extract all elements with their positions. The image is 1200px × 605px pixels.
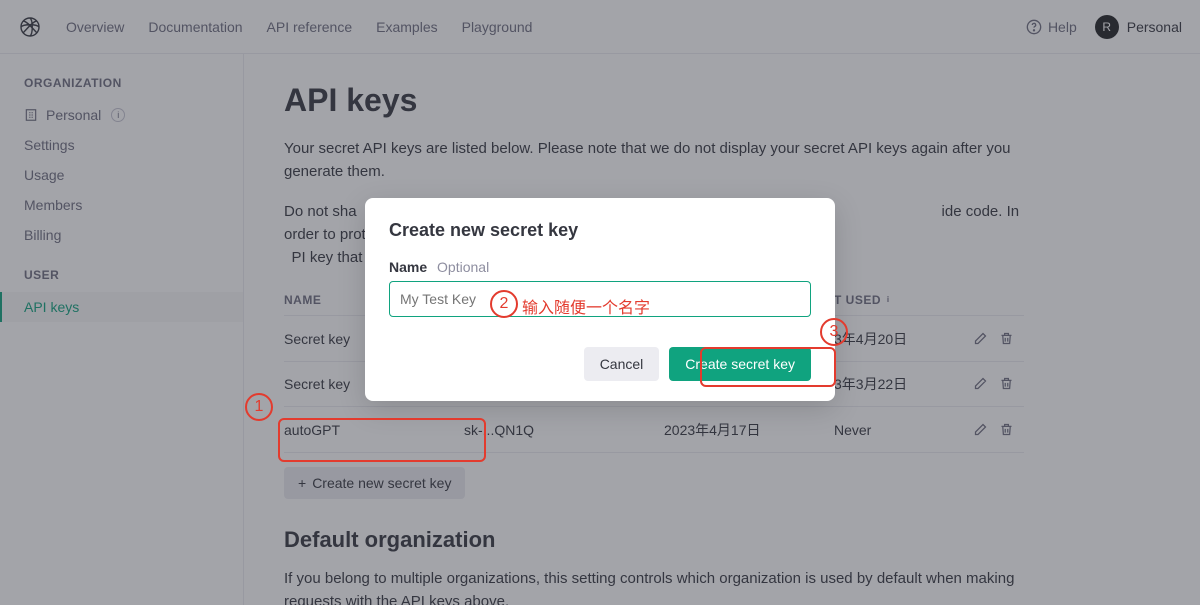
modal-title: Create new secret key xyxy=(389,220,811,241)
optional-label: Optional xyxy=(437,259,489,275)
cancel-button[interactable]: Cancel xyxy=(584,347,660,381)
annotation-3-rect xyxy=(700,347,836,387)
annotation-1-rect xyxy=(278,418,486,462)
key-name-input[interactable] xyxy=(389,281,811,317)
name-label: Name xyxy=(389,259,427,275)
modal-overlay[interactable]: Create new secret key Name Optional Canc… xyxy=(0,0,1200,605)
